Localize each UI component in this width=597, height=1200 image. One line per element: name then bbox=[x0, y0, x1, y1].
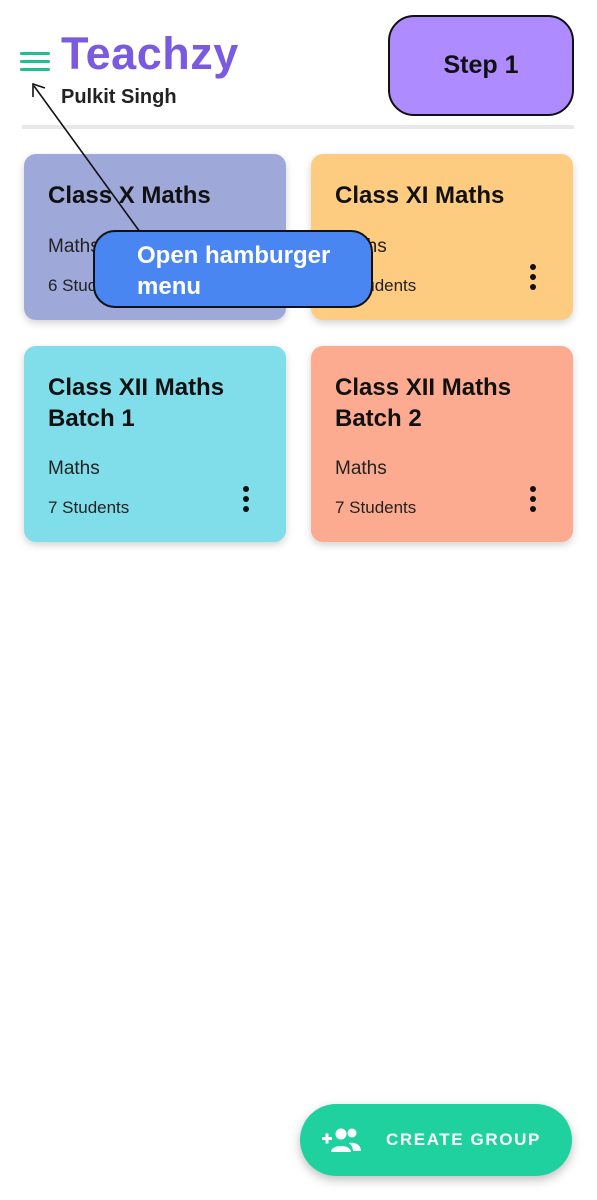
more-options-icon[interactable] bbox=[242, 486, 250, 516]
group-title: Class XII Maths Batch 1 bbox=[48, 374, 225, 432]
group-title: Class X Maths bbox=[48, 182, 211, 209]
user-name: Pulkit Singh bbox=[61, 86, 177, 108]
group-subject: Maths bbox=[48, 458, 100, 479]
add-group-icon bbox=[322, 1128, 361, 1152]
hamburger-menu-icon[interactable] bbox=[20, 52, 52, 76]
create-group-button[interactable]: CREATE GROUP bbox=[300, 1104, 572, 1176]
more-options-icon[interactable] bbox=[529, 486, 537, 516]
step-badge: Step 1 bbox=[388, 15, 574, 116]
group-card-class-xii-maths-batch-2[interactable]: Class XII Maths Batch 2 Maths 7 Students bbox=[311, 346, 573, 542]
group-subject: Maths bbox=[335, 458, 387, 479]
group-student-count: 7 Students bbox=[48, 498, 130, 517]
group-title: Class XI Maths bbox=[335, 182, 505, 209]
tutorial-callout: Open hamburger menu bbox=[93, 230, 373, 308]
group-student-count: 7 Students bbox=[335, 498, 417, 517]
app-title: Teachzy bbox=[61, 28, 239, 79]
header-divider bbox=[22, 125, 574, 129]
more-options-icon[interactable] bbox=[529, 264, 537, 294]
create-group-label: CREATE GROUP bbox=[386, 1130, 541, 1149]
group-title: Class XII Maths Batch 2 bbox=[335, 374, 512, 432]
group-subject: Maths bbox=[48, 236, 100, 257]
group-card-class-xii-maths-batch-1[interactable]: Class XII Maths Batch 1 Maths 7 Students bbox=[24, 346, 286, 542]
